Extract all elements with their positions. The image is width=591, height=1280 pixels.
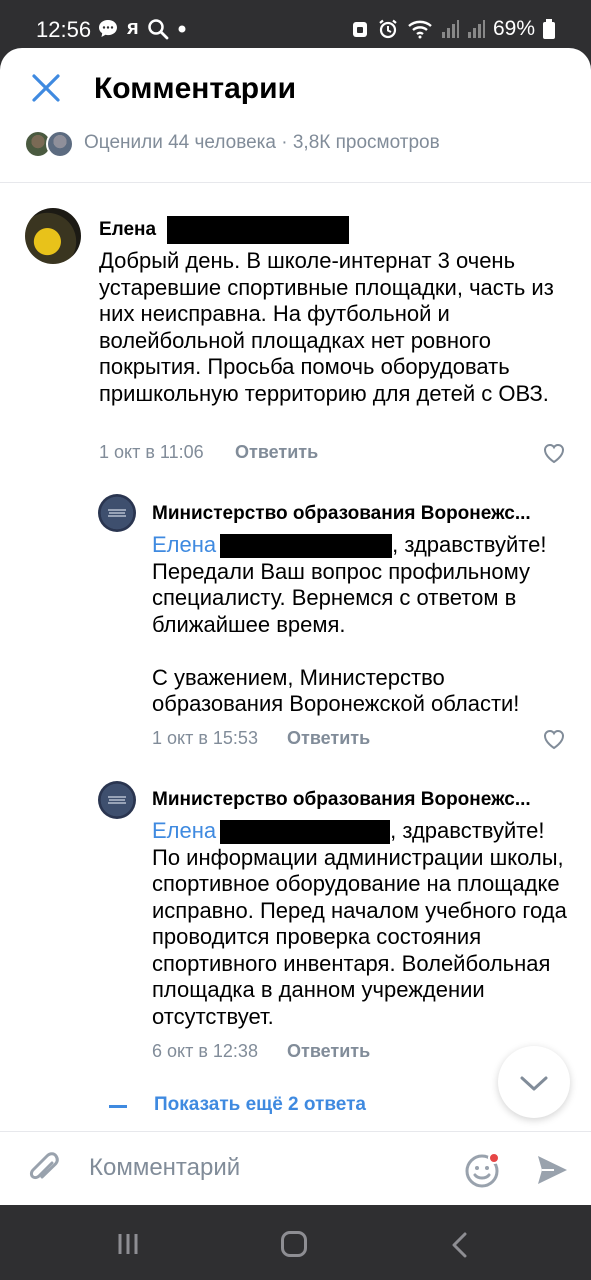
search-icon <box>147 18 169 39</box>
back-icon[interactable] <box>450 1232 470 1258</box>
page-title: Комментарии <box>94 72 297 105</box>
ministry-logo-icon <box>108 509 126 517</box>
send-icon[interactable] <box>534 1152 570 1188</box>
comment-text: Добрый день. В школе-интернат 3 очень ус… <box>99 248 554 406</box>
battery-icon <box>543 19 555 39</box>
yandex-icon: я <box>127 17 139 39</box>
comment-input-bar: Комментарий <box>0 1131 591 1205</box>
signal-icon-2 <box>467 20 485 38</box>
reply-button[interactable]: Ответить <box>235 442 318 463</box>
likes-info[interactable]: Оценили 44 человека · 3,8К просмотров <box>84 132 440 154</box>
dot-icon <box>178 25 186 32</box>
mention-link[interactable]: Елена <box>152 818 216 843</box>
comment-date: 1 окт в 15:53 <box>152 728 258 748</box>
header: Комментарии <box>0 48 591 132</box>
divider <box>0 182 591 183</box>
likers-avatars[interactable] <box>24 130 74 158</box>
avatar <box>46 130 74 158</box>
home-icon[interactable] <box>281 1231 307 1257</box>
like-icon[interactable] <box>542 728 566 750</box>
alarm-icon <box>379 19 397 39</box>
redacted-block <box>220 820 391 845</box>
wifi-icon <box>408 20 432 39</box>
avatar[interactable] <box>25 208 81 264</box>
ministry-logo-icon <box>108 796 126 804</box>
show-more-dash <box>109 1105 127 1108</box>
comment-date: 6 окт в 12:38 <box>152 1041 258 1061</box>
recent-apps-icon[interactable] <box>116 1232 140 1256</box>
close-icon[interactable] <box>30 72 62 104</box>
mention-link[interactable]: Елена <box>152 532 216 557</box>
signal-icon <box>441 20 459 38</box>
chat-icon <box>99 19 117 37</box>
like-icon[interactable] <box>542 442 566 464</box>
status-right-icons: 69% <box>351 17 555 41</box>
system-navigation-bar <box>0 1205 591 1280</box>
comment-text: Елена, здравствуйте! По информации админ… <box>152 818 567 1029</box>
battery-percent: 69% <box>492 17 535 40</box>
comments-sheet: Комментарии Оценили 44 человека · 3,8К п… <box>0 48 591 1205</box>
emoji-icon[interactable] <box>463 1150 503 1190</box>
comment-author[interactable]: Министерство образования Воронежс... <box>152 503 531 525</box>
redacted-block <box>167 216 350 244</box>
reply-button[interactable]: Ответить <box>287 1041 370 1062</box>
comment-date: 1 окт в 11:06 <box>99 442 204 462</box>
comment-input[interactable]: Комментарий <box>89 1154 240 1182</box>
attach-icon[interactable] <box>26 1149 62 1189</box>
show-more-replies[interactable]: Показать ещё 2 ответа <box>154 1094 366 1116</box>
chevron-down-icon <box>520 1076 548 1091</box>
status-time: 12:56 <box>36 17 92 42</box>
comment-text: Елена, здравствуйте! Передали Ваш вопрос… <box>152 532 547 716</box>
status-left-icons: я <box>97 17 187 40</box>
redacted-block <box>220 534 393 559</box>
reply-button[interactable]: Ответить <box>287 728 370 749</box>
lock-icon <box>352 22 367 37</box>
ministry-avatar[interactable] <box>98 781 136 819</box>
comment-author[interactable]: Министерство образования Воронежс... <box>152 789 531 811</box>
ministry-avatar[interactable] <box>98 494 136 532</box>
scroll-down-button[interactable] <box>498 1046 570 1118</box>
comment-author[interactable]: Елена <box>99 216 350 244</box>
